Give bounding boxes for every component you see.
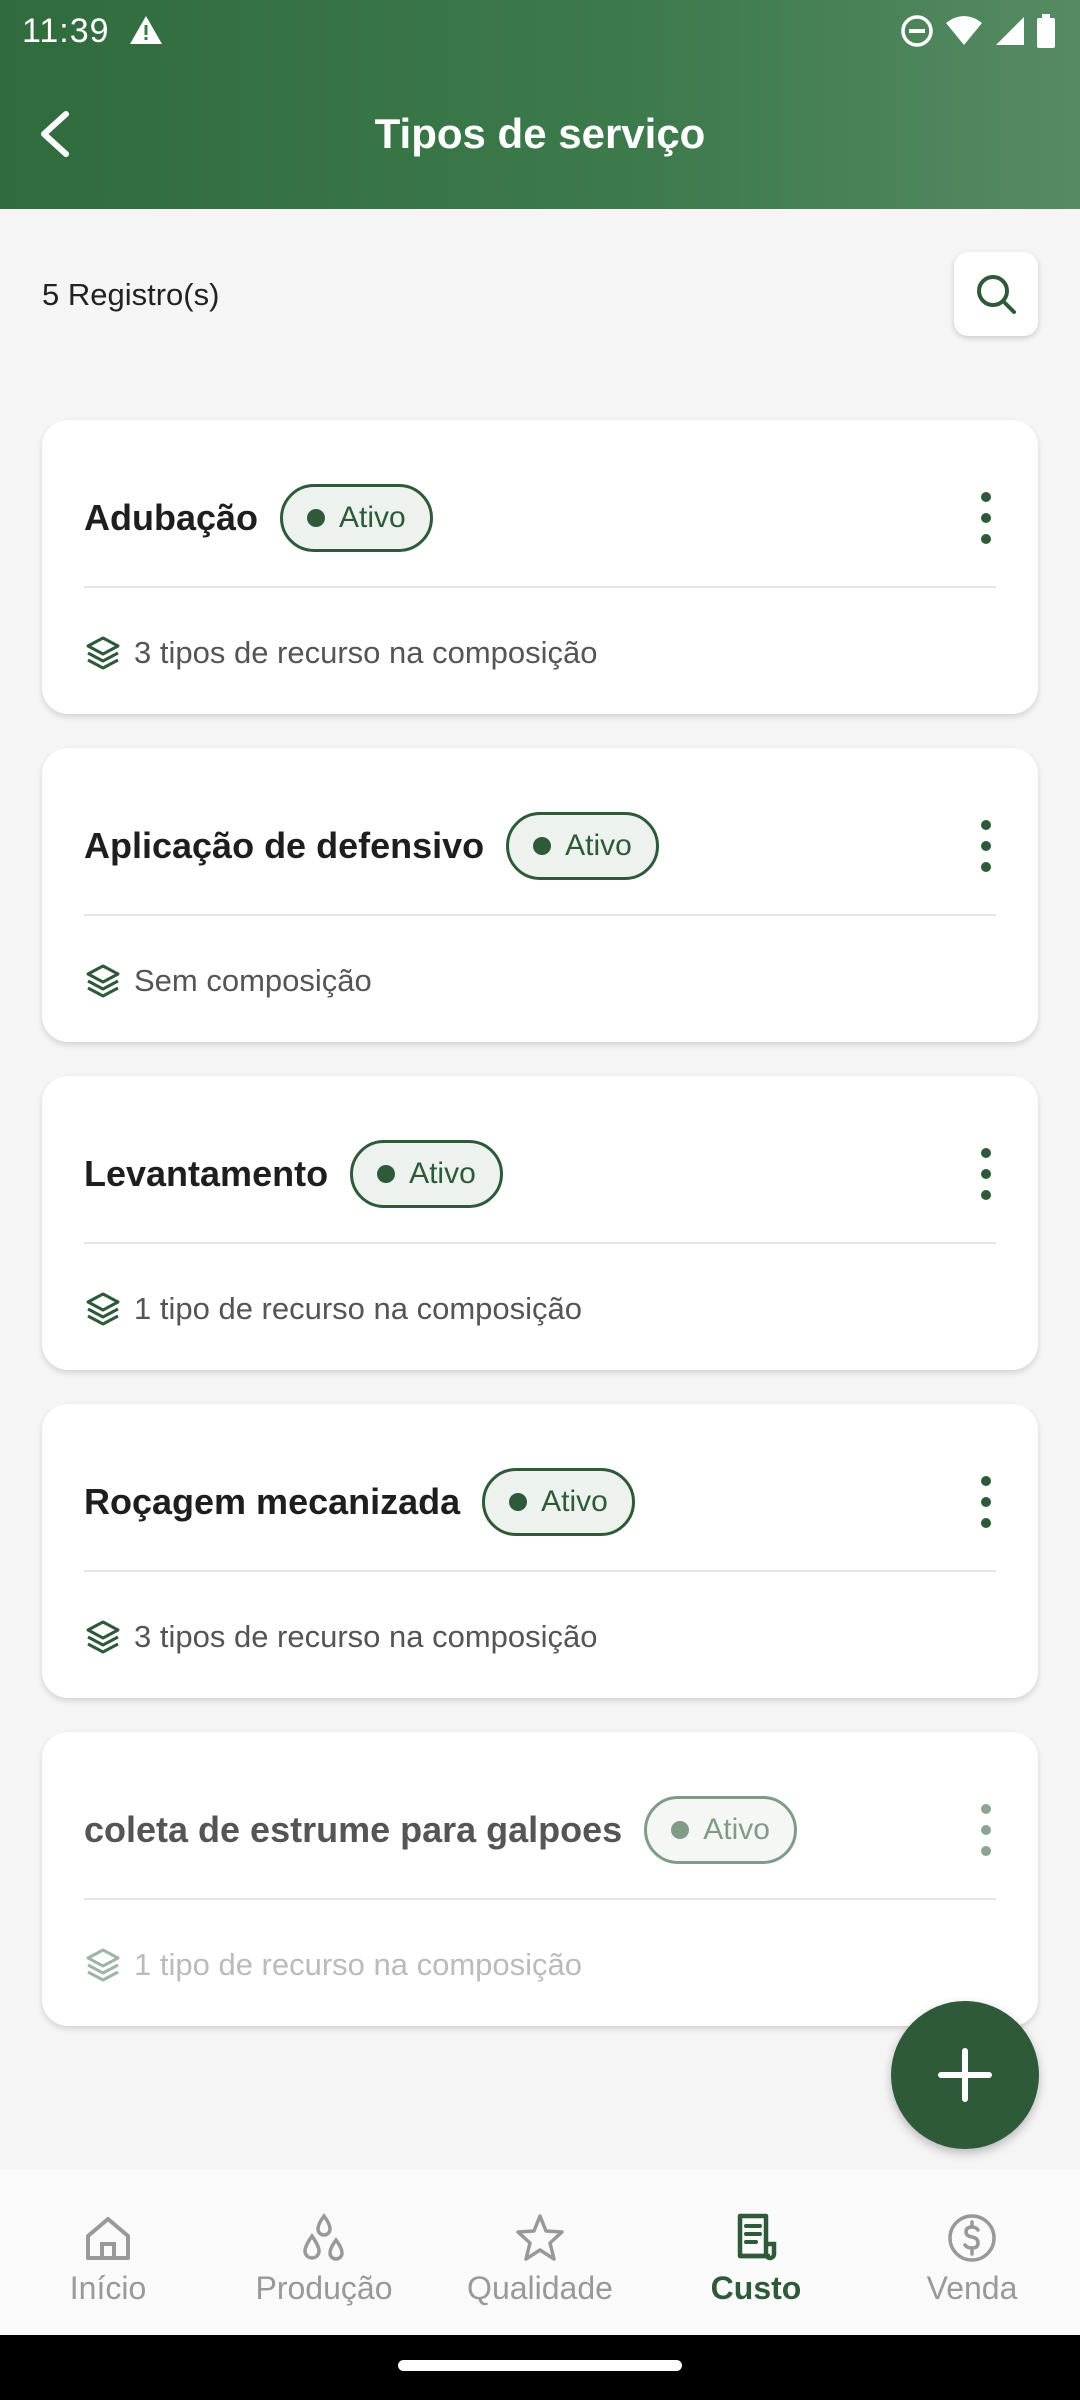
status-label: Ativo bbox=[703, 1813, 770, 1846]
home-icon bbox=[86, 2217, 130, 2260]
card-header: coleta de estrume para galpoes Ativo bbox=[84, 1794, 996, 1866]
nav-label: Qualidade bbox=[467, 2270, 613, 2306]
service-title: Roçagem mecanizada bbox=[84, 1481, 461, 1522]
status-time: 11:39 bbox=[22, 12, 110, 50]
status-badge: Ativo bbox=[506, 812, 659, 880]
status-label: Ativo bbox=[565, 829, 632, 862]
status-label: Ativo bbox=[541, 1485, 608, 1518]
wifi-icon bbox=[946, 16, 982, 45]
more-options-button[interactable] bbox=[966, 488, 1006, 548]
service-card[interactable]: Adubação Ativo 3 tipos de recurso na com… bbox=[42, 420, 1038, 714]
layers-icon bbox=[86, 1620, 120, 1654]
composition-text: 3 tipos de recurso na composição bbox=[134, 1619, 598, 1654]
nav-custo[interactable]: Custo bbox=[648, 2170, 864, 2335]
search-button[interactable] bbox=[954, 252, 1038, 336]
composition-text: 3 tipos de recurso na composição bbox=[134, 635, 598, 670]
home-gesture-handle[interactable] bbox=[398, 2360, 682, 2371]
status-dot bbox=[671, 1821, 690, 1839]
composition-info: Sem composição bbox=[84, 962, 372, 1000]
service-title: Aplicação de defensivo bbox=[84, 825, 485, 866]
nav-label: Início bbox=[69, 2270, 147, 2306]
app-header: 11:39 Tipos de serviço bbox=[0, 0, 1080, 209]
add-service-button[interactable] bbox=[891, 2001, 1039, 2149]
drops-icon bbox=[303, 2213, 344, 2261]
layers-icon bbox=[86, 636, 120, 670]
divider bbox=[84, 1242, 996, 1244]
service-card[interactable]: Roçagem mecanizada Ativo 3 tipos de recu… bbox=[42, 1404, 1038, 1698]
plus-icon bbox=[938, 2048, 992, 2102]
bottom-navigation: Início Produção Qualidade Custo Venda bbox=[0, 2170, 1080, 2335]
layers-icon bbox=[86, 1948, 120, 1982]
more-options-button[interactable] bbox=[966, 1800, 1006, 1860]
more-options-button[interactable] bbox=[966, 1472, 1006, 1532]
status-bar: 11:39 bbox=[0, 0, 1080, 64]
nav-qualidade[interactable]: Qualidade bbox=[432, 2170, 648, 2335]
status-dot bbox=[307, 509, 326, 527]
composition-info: 3 tipos de recurso na composição bbox=[84, 634, 598, 672]
status-badge: Ativo bbox=[482, 1468, 635, 1536]
service-card[interactable]: Aplicação de defensivo Ativo Sem composi… bbox=[42, 748, 1038, 1042]
signal-icon bbox=[996, 17, 1024, 45]
star-icon bbox=[516, 2214, 564, 2261]
card-header: Roçagem mecanizada Ativo bbox=[84, 1466, 996, 1538]
composition-text: 1 tipo de recurso na composição bbox=[134, 1947, 583, 1982]
status-dot bbox=[509, 1493, 528, 1511]
composition-text: Sem composição bbox=[134, 963, 372, 998]
status-badge: Ativo bbox=[280, 484, 433, 552]
nav-label: Venda bbox=[926, 2270, 1018, 2306]
divider bbox=[84, 586, 996, 588]
status-badge: Ativo bbox=[350, 1140, 503, 1208]
dnd-icon bbox=[901, 15, 933, 47]
service-title: Adubação bbox=[84, 497, 259, 538]
nav-inicio[interactable]: Início bbox=[0, 2170, 216, 2335]
status-badge: Ativo bbox=[644, 1796, 797, 1864]
nav-label: Produção bbox=[255, 2270, 393, 2306]
status-label: Ativo bbox=[339, 501, 406, 534]
composition-info: 1 tipo de recurso na composição bbox=[84, 1290, 582, 1328]
page-title: Tipos de serviço bbox=[374, 110, 706, 157]
search-icon bbox=[977, 275, 1016, 314]
card-header: Levantamento Ativo bbox=[84, 1138, 996, 1210]
warning-icon bbox=[128, 14, 164, 51]
service-title: Levantamento bbox=[84, 1153, 329, 1194]
card-header: Aplicação de defensivo Ativo bbox=[84, 810, 996, 882]
more-options-button[interactable] bbox=[966, 816, 1006, 876]
receipt-icon bbox=[737, 2213, 777, 2261]
status-icons bbox=[900, 14, 1056, 48]
more-options-button[interactable] bbox=[966, 1144, 1006, 1204]
layers-icon bbox=[86, 964, 120, 998]
composition-info: 1 tipo de recurso na composição bbox=[84, 1946, 582, 1984]
composition-info: 3 tipos de recurso na composição bbox=[84, 1618, 598, 1656]
status-label: Ativo bbox=[409, 1157, 476, 1190]
status-dot bbox=[533, 837, 552, 855]
service-title: coleta de estrume para galpoes bbox=[84, 1809, 623, 1850]
divider bbox=[84, 1570, 996, 1572]
composition-text: 1 tipo de recurso na composição bbox=[134, 1291, 583, 1326]
status-dot bbox=[377, 1165, 396, 1183]
card-header: Adubação Ativo bbox=[84, 482, 996, 554]
nav-producao[interactable]: Produção bbox=[216, 2170, 432, 2335]
service-card[interactable]: coleta de estrume para galpoes Ativo 1 t… bbox=[42, 1732, 1038, 2026]
service-card[interactable]: Levantamento Ativo 1 tipo de recurso na … bbox=[42, 1076, 1038, 1370]
nav-label: Custo bbox=[710, 2270, 802, 2306]
divider bbox=[84, 1898, 996, 1900]
divider bbox=[84, 914, 996, 916]
battery-icon bbox=[1037, 14, 1055, 48]
record-count: 5 Registro(s) bbox=[42, 277, 220, 312]
dollar-icon bbox=[948, 2214, 996, 2262]
layers-icon bbox=[86, 1292, 120, 1326]
nav-venda[interactable]: Venda bbox=[864, 2170, 1080, 2335]
